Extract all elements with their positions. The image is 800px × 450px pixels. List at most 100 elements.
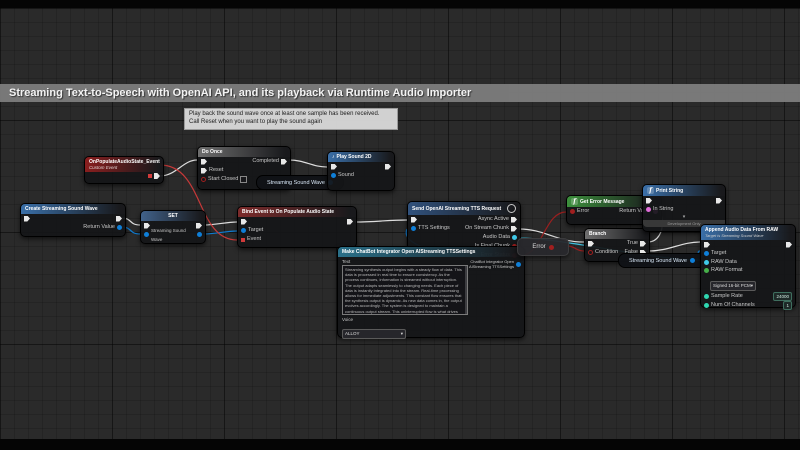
exec-in-pin[interactable] — [24, 216, 30, 222]
variable-out-pin[interactable] — [690, 258, 695, 263]
bind-event-title: Bind Event to On Populate Audio State — [242, 209, 334, 215]
latent-clock-icon — [507, 204, 516, 213]
exec-in-pin[interactable] — [201, 159, 207, 165]
reset-pin-label: Reset — [209, 166, 223, 175]
start-closed-checkbox[interactable] — [240, 176, 247, 183]
exec-out-pin[interactable] — [154, 173, 160, 179]
text-field-input[interactable]: Streaming synthesis output begins with a… — [342, 265, 468, 315]
make-tts-settings-node[interactable]: Make ChatBot Integrator Open AIStreaming… — [337, 246, 525, 338]
wire-bool — [567, 246, 584, 251]
target-pin[interactable] — [241, 228, 246, 233]
delegate-out-pin[interactable] — [148, 174, 152, 178]
wire-exec — [160, 160, 197, 176]
exec-out-pin[interactable] — [347, 219, 353, 225]
sample-rate-pin[interactable] — [704, 294, 709, 299]
exec-out-pin[interactable] — [196, 223, 202, 229]
event-pin-label: Event — [247, 235, 261, 244]
function-icon: f — [647, 187, 654, 194]
get-error-message-title: Get Error Message — [580, 199, 624, 205]
speaker-icon: ♪ — [332, 154, 335, 160]
set-value-out-pin[interactable] — [197, 232, 202, 237]
exec-in-pin[interactable] — [241, 219, 247, 225]
function-icon: f — [571, 198, 578, 205]
text-field-value: Streaming synthesis output begins with a… — [345, 267, 462, 315]
num-channels-pin[interactable] — [704, 303, 709, 308]
raw-format-dropdown[interactable]: Signed 16-bit PCM ▾ — [710, 281, 756, 291]
exec-out-pin[interactable] — [786, 242, 792, 248]
create-streaming-sound-wave-node[interactable]: Create Streaming Sound Wave Return Value — [20, 203, 126, 237]
set-variable-label: Streaming Sound Wave — [151, 226, 193, 244]
screenshot-root: Streaming Text-to-Speech with OpenAI API… — [0, 0, 800, 450]
condition-pin[interactable] — [588, 250, 593, 255]
audio-data-pin[interactable] — [512, 235, 517, 240]
wire-object — [204, 231, 237, 234]
return-value-pin[interactable] — [117, 225, 122, 230]
true-label: True — [627, 239, 638, 248]
raw-format-pin[interactable] — [704, 268, 709, 273]
num-channels-value: 1 — [786, 303, 789, 308]
sound-pin[interactable] — [331, 173, 336, 178]
custom-event-subtitle: Custom Event — [89, 165, 159, 170]
start-closed-pin[interactable] — [201, 177, 206, 182]
on-stream-chunk-label: On Stream Chunk — [465, 224, 509, 233]
bind-event-node[interactable]: Bind Event to On Populate Audio State Ta… — [237, 206, 357, 248]
sample-rate-input[interactable]: 24000 — [773, 292, 792, 301]
error-in-label: Error — [577, 207, 589, 216]
exec-out-pin[interactable] — [716, 198, 722, 204]
wire-exec — [648, 242, 700, 251]
tts-settings-pin[interactable] — [411, 226, 416, 231]
exec-in-pin[interactable] — [411, 217, 417, 223]
reset-exec-in-pin[interactable] — [201, 168, 207, 174]
async-active-exec-pin[interactable] — [511, 217, 517, 223]
chevron-down-icon: ▾ — [401, 331, 403, 337]
target-pin[interactable] — [704, 251, 709, 256]
custom-event-node[interactable]: OnPopulateAudioState_Event Custom Event — [84, 156, 164, 184]
make-output-pin[interactable] — [516, 262, 521, 267]
graph-title: Streaming Text-to-Speech with OpenAI API… — [9, 87, 471, 99]
text-scrollbar[interactable] — [465, 266, 467, 314]
raw-data-label: RAW Data — [711, 258, 737, 267]
true-exec-pin[interactable] — [640, 241, 646, 247]
development-only-label: Development Only — [668, 221, 701, 226]
exec-out-pin[interactable] — [116, 216, 122, 222]
completed-pin-label: Completed — [252, 157, 279, 166]
create-ssw-title: Create Streaming Sound Wave — [25, 206, 98, 212]
chevron-glyph: ▾ — [751, 283, 753, 288]
variable-label: Streaming Sound Wave — [267, 180, 325, 186]
num-channels-input[interactable]: 1 — [783, 301, 792, 310]
raw-data-pin[interactable] — [704, 260, 709, 265]
sound-pin-label: Sound — [338, 171, 354, 180]
event-delegate-pin[interactable] — [241, 238, 245, 242]
print-string-title: Print String — [656, 188, 683, 194]
on-stream-chunk-exec-pin[interactable] — [511, 226, 517, 232]
chevron-down-icon: ▾ — [751, 283, 753, 289]
async-active-label: Async Active — [478, 215, 509, 224]
raw-format-value: Signed 16-bit PCM — [713, 283, 751, 288]
raw-format-label: RAW Format — [711, 267, 743, 274]
append-audio-data-node[interactable]: Append Audio Data From RAW Target is Str… — [700, 224, 796, 308]
error-in-pin[interactable] — [570, 209, 575, 214]
wire-exec — [355, 220, 407, 222]
exec-out-pin[interactable] — [385, 164, 391, 170]
exec-in-pin[interactable] — [704, 242, 710, 248]
return-value-label: Return Value — [83, 223, 115, 232]
audio-data-label: Audio Data — [483, 233, 510, 242]
exec-in-pin[interactable] — [331, 164, 337, 170]
error-enum-literal-node[interactable]: Error — [517, 238, 569, 256]
in-string-pin[interactable] — [646, 207, 651, 212]
voice-dropdown[interactable]: ALLOY ▾ — [342, 329, 406, 339]
play-sound-2d-node[interactable]: ♪ Play Sound 2D Sound — [327, 151, 395, 191]
exec-in-pin[interactable] — [144, 223, 150, 229]
set-node[interactable]: SET Streaming Sound Wave — [140, 210, 206, 244]
exec-in-pin[interactable] — [588, 241, 594, 247]
voice-value: ALLOY — [345, 331, 360, 336]
comment-bubble[interactable]: Play back the sound wave once at least o… — [184, 108, 398, 130]
completed-exec-out-pin[interactable] — [281, 159, 287, 165]
error-literal-out-pin[interactable] — [549, 245, 554, 250]
graph-title-banner: Streaming Text-to-Speech with OpenAI API… — [0, 84, 800, 102]
do-once-title: Do Once — [202, 149, 223, 155]
streaming-sound-wave-get-right[interactable]: Streaming Sound Wave — [618, 253, 706, 268]
tts-settings-label: TTS Settings — [418, 224, 450, 233]
set-value-in-pin[interactable] — [144, 232, 149, 237]
exec-in-pin[interactable] — [646, 198, 652, 204]
